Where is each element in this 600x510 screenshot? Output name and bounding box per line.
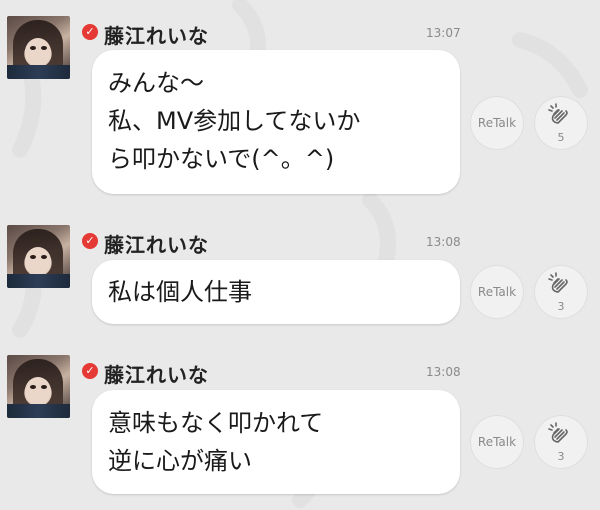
clap-button[interactable]: 3 — [534, 415, 588, 469]
timestamp: 13:08 — [426, 365, 461, 379]
message-bubble: 意味もなく叩かれて 逆に心が痛い — [92, 390, 460, 494]
author-name[interactable]: 藤江れいな — [104, 20, 209, 49]
message-bubble: 私は個人仕事 — [92, 260, 460, 324]
avatar[interactable] — [7, 355, 70, 418]
clap-button[interactable]: 3 — [534, 265, 588, 319]
clap-hands-icon — [548, 103, 568, 124]
message-bubble: みんな〜 私、MV参加してないか ら叩かないで(^。^) — [92, 50, 460, 194]
check-icon: ✓ — [82, 24, 98, 40]
author-name[interactable]: 藤江れいな — [104, 229, 209, 258]
clap-hands-icon — [548, 272, 568, 293]
clap-count: 3 — [557, 300, 565, 313]
author-name[interactable]: 藤江れいな — [104, 359, 209, 388]
clap-count: 3 — [557, 450, 565, 463]
retalk-button[interactable]: ReTalk — [470, 96, 524, 150]
timestamp: 13:07 — [426, 26, 461, 40]
avatar[interactable] — [7, 16, 70, 79]
retalk-button[interactable]: ReTalk — [470, 415, 524, 469]
clap-hands-icon — [548, 422, 568, 443]
clap-button[interactable]: 5 — [534, 96, 588, 150]
check-icon: ✓ — [82, 233, 98, 249]
avatar[interactable] — [7, 225, 70, 288]
check-icon: ✓ — [82, 363, 98, 379]
clap-count: 5 — [557, 131, 565, 144]
timestamp: 13:08 — [426, 235, 461, 249]
retalk-button[interactable]: ReTalk — [470, 265, 524, 319]
